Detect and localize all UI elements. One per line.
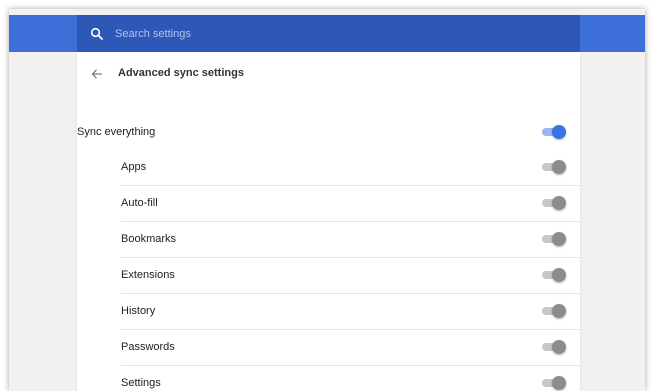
row-divider bbox=[121, 221, 580, 222]
sync-item-bookmarks: Bookmarks bbox=[121, 222, 176, 256]
sync-extensions-toggle[interactable] bbox=[541, 268, 566, 282]
sync-autofill-toggle[interactable] bbox=[541, 196, 566, 210]
toggle-knob bbox=[552, 160, 566, 174]
row-divider bbox=[121, 185, 580, 186]
sync-everything-row: Sync everything bbox=[77, 115, 580, 149]
sync-item-apps: Apps bbox=[121, 150, 146, 184]
sync-bookmarks-toggle[interactable] bbox=[541, 232, 566, 246]
sync-item-passwords: Passwords bbox=[121, 330, 175, 364]
sync-item-label: History bbox=[121, 305, 156, 317]
sync-item-label: Settings bbox=[121, 377, 161, 389]
sync-item-label: Passwords bbox=[121, 341, 175, 353]
settings-window: Advanced sync settings Sync everything A… bbox=[9, 9, 645, 391]
sync-everything-label: Sync everything bbox=[77, 126, 156, 138]
sync-item-label: Extensions bbox=[121, 269, 175, 281]
sync-item-label: Bookmarks bbox=[121, 233, 177, 245]
search-input[interactable] bbox=[115, 27, 515, 40]
toggle-knob bbox=[552, 268, 566, 282]
row-divider bbox=[121, 257, 580, 258]
toggle-knob bbox=[552, 376, 566, 390]
settings-header bbox=[9, 15, 645, 52]
sync-item-label: Apps bbox=[121, 161, 147, 173]
advanced-sync-card: Advanced sync settings Sync everything A… bbox=[77, 52, 580, 391]
row-divider bbox=[121, 365, 580, 366]
toggle-knob bbox=[552, 304, 566, 318]
sync-item-extensions: Extensions bbox=[121, 258, 175, 292]
sync-apps-toggle[interactable] bbox=[541, 160, 566, 174]
toggle-knob bbox=[552, 340, 566, 354]
subpage-header: Advanced sync settings bbox=[77, 52, 580, 94]
sync-item-autofill: Auto-fill bbox=[121, 186, 158, 220]
search-box[interactable] bbox=[77, 15, 580, 52]
sync-history-toggle[interactable] bbox=[541, 304, 566, 318]
sync-everything-toggle[interactable] bbox=[541, 125, 566, 139]
sync-item-label: Auto-fill bbox=[121, 197, 158, 209]
search-icon bbox=[90, 27, 104, 41]
sync-settings-toggle[interactable] bbox=[541, 376, 566, 390]
toggle-knob bbox=[552, 232, 566, 246]
page-title: Advanced sync settings bbox=[118, 67, 244, 79]
sync-item-settings: Settings bbox=[121, 366, 161, 391]
sync-item-history: History bbox=[121, 294, 155, 328]
arrow-left-icon[interactable] bbox=[91, 67, 103, 79]
sync-passwords-toggle[interactable] bbox=[541, 340, 566, 354]
row-divider bbox=[121, 293, 580, 294]
toggle-knob bbox=[552, 196, 566, 210]
row-divider bbox=[121, 329, 580, 330]
toggle-knob bbox=[552, 125, 566, 139]
